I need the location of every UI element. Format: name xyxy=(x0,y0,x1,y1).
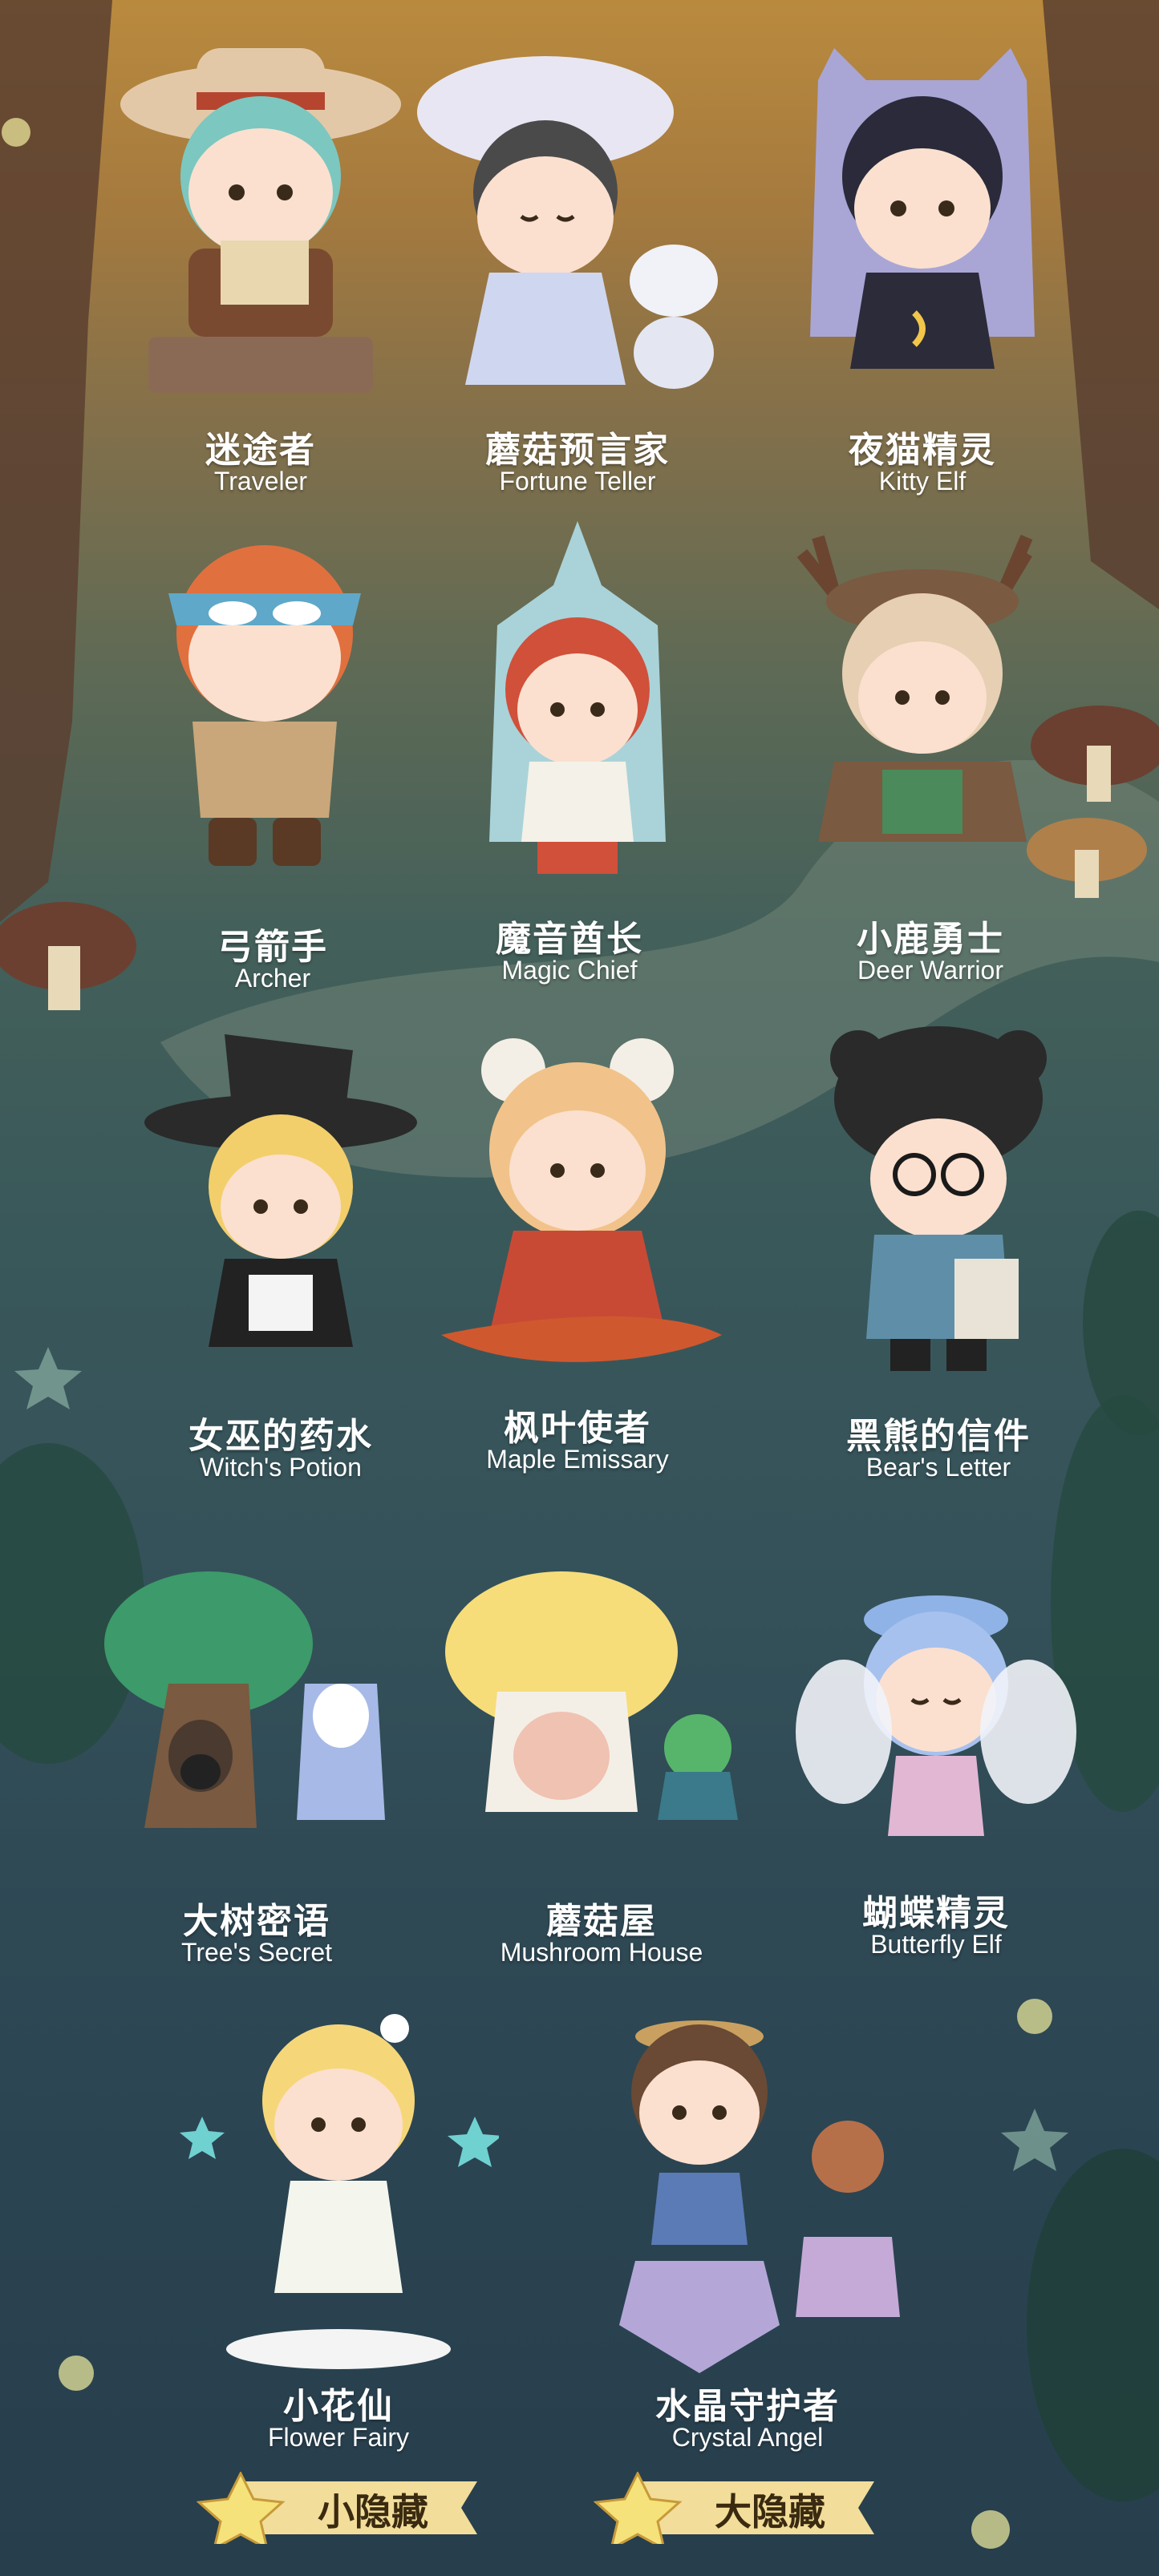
big-secret-badge: 大隐藏 xyxy=(594,2472,882,2544)
kitty-elf-figure-icon xyxy=(810,48,1035,369)
figure-card-mushroom-house: 蘑菇屋 Mushroom House xyxy=(441,1571,762,2052)
figure-name-cn: 弓箭手 xyxy=(217,927,328,968)
traveler-figure-icon xyxy=(120,48,401,393)
butterfly-elf-figure-icon xyxy=(796,1595,1076,1836)
figure-name-cn: 黑熊的信件 xyxy=(846,1416,1031,1457)
badge-label: 小隐藏 xyxy=(318,2490,428,2534)
figure-card-fortune-teller: 蘑菇预言家 Fortune Teller xyxy=(417,16,738,497)
figure-name-cn: 迷途者 xyxy=(205,430,316,471)
figure-card-deer-warrior: 小鹿勇士 Deer Warrior xyxy=(770,505,1091,986)
figure-name-en: Bear's Letter xyxy=(865,1453,1011,1482)
figure-name-cn: 蘑菇屋 xyxy=(546,1901,657,1942)
figure-name-en: Butterfly Elf xyxy=(870,1930,1002,1959)
figure-card-tree-secret: 大树密语 Tree's Secret xyxy=(96,1555,417,2036)
figure-name-cn: 蝴蝶精灵 xyxy=(862,1893,1010,1934)
figure-name-en: Deer Warrior xyxy=(857,956,1003,985)
fortune-teller-figure-icon xyxy=(417,56,718,389)
figure-card-witch-potion: 女巫的药水 Witch's Potion xyxy=(120,1002,441,1483)
figure-card-archer: 弓箭手 Archer xyxy=(112,513,433,994)
archer-figure-icon xyxy=(168,545,361,866)
crystal-angel-figure-icon xyxy=(619,2020,900,2373)
deer-warrior-figure-icon xyxy=(796,534,1033,842)
figure-name-en: Kitty Elf xyxy=(878,467,967,495)
badge-label: 大隐藏 xyxy=(715,2490,825,2534)
figure-name-cn: 女巫的药水 xyxy=(188,1416,373,1457)
figure-card-maple-emissary: 枫叶使者 Maple Emissary xyxy=(417,998,738,1479)
figure-name-cn: 小鹿勇士 xyxy=(857,919,1004,960)
small-secret-badge: 小隐藏 xyxy=(197,2472,485,2544)
figure-name-en: Witch's Potion xyxy=(200,1453,362,1482)
figure-name-cn: 水晶守护者 xyxy=(655,2386,840,2427)
figure-name-cn: 小花仙 xyxy=(283,2386,394,2427)
figure-name-en: Fortune Teller xyxy=(499,467,656,495)
magic-chief-figure-icon xyxy=(489,521,666,874)
figure-name-en: Crystal Angel xyxy=(671,2423,824,2452)
figure-name-en: Mushroom House xyxy=(500,1938,703,1967)
figure-name-en: Flower Fairy xyxy=(267,2423,409,2452)
figure-name-en: Maple Emissary xyxy=(486,1445,669,1474)
figure-name-cn: 枫叶使者 xyxy=(504,1408,651,1449)
figure-card-kitty-elf: 夜猫精灵 Kitty Elf xyxy=(762,16,1083,497)
figure-name-cn: 蘑菇预言家 xyxy=(485,430,670,471)
bear-letter-figure-icon xyxy=(830,1026,1047,1371)
maple-emissary-figure-icon xyxy=(441,1038,722,1362)
figure-name-cn: 魔音酋长 xyxy=(496,919,643,960)
flower-fairy-figure-icon xyxy=(180,2014,499,2369)
figure-name-en: Tree's Secret xyxy=(180,1938,333,1967)
figure-card-flower-fairy: 小花仙 Flower Fairy xyxy=(178,2004,499,2485)
tree-secret-figure-icon xyxy=(104,1571,385,1828)
figure-card-bear-letter: 黑熊的信件 Bear's Letter xyxy=(778,1002,1099,1483)
figure-name-en: Archer xyxy=(234,964,311,993)
figure-card-traveler: 迷途者 Traveler xyxy=(100,16,421,497)
figure-name-cn: 夜猫精灵 xyxy=(849,430,996,471)
figure-name-en: Magic Chief xyxy=(501,956,638,985)
figure-card-crystal-angel: 水晶守护者 Crystal Angel xyxy=(587,2004,908,2485)
figure-name-en: Traveler xyxy=(213,467,308,495)
witch-potion-figure-icon xyxy=(144,1034,417,1347)
figure-card-magic-chief: 魔音酋长 Magic Chief xyxy=(409,505,730,986)
figure-card-butterfly-elf: 蝴蝶精灵 Butterfly Elf xyxy=(776,1555,1096,2036)
figure-name-cn: 大树密语 xyxy=(183,1901,330,1942)
